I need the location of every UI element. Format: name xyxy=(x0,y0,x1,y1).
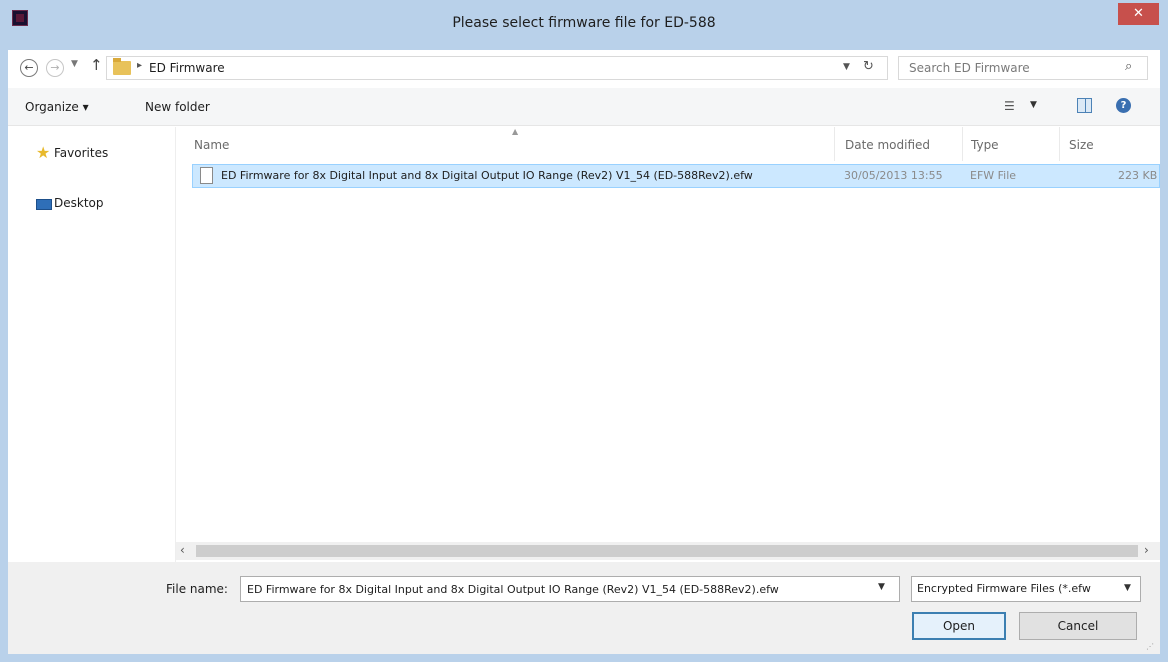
preview-pane-icon[interactable] xyxy=(1077,98,1092,113)
address-row: ← → ▼ ↑ ▸ ED Firmware ▼ ↻ Search ED Firm… xyxy=(8,50,1160,88)
column-header-name[interactable]: Name xyxy=(194,138,229,152)
file-date-cell: 30/05/2013 13:55 xyxy=(844,169,943,182)
horizontal-scrollbar[interactable]: ‹ › xyxy=(176,542,1160,560)
column-divider[interactable] xyxy=(1059,127,1060,161)
close-button[interactable]: ✕ xyxy=(1118,3,1159,25)
file-name-panel: File name: ▼ Encrypted Firmware Files (*… xyxy=(8,562,1160,654)
sort-ascending-icon: ▲ xyxy=(512,127,519,136)
folder-icon xyxy=(113,58,131,75)
breadcrumb-chevron-icon[interactable]: ▸ xyxy=(137,60,142,71)
scroll-left-chevron-icon[interactable]: ‹ xyxy=(180,543,185,557)
column-header-date[interactable]: Date modified xyxy=(845,138,930,152)
file-type-filter-value: Encrypted Firmware Files (*.efw xyxy=(917,582,1091,595)
file-name-input[interactable] xyxy=(240,576,900,602)
address-dropdown-chevron-icon[interactable]: ▼ xyxy=(843,62,850,72)
file-list: ▲ Name Date modified Type Size ED Firmwa… xyxy=(176,127,1160,542)
nav-item-desktop[interactable]: Desktop xyxy=(54,196,104,210)
favorites-star-icon: ★ xyxy=(36,143,51,162)
file-type-filter-select[interactable]: Encrypted Firmware Files (*.efw ▼ xyxy=(911,576,1141,602)
file-icon xyxy=(200,167,213,184)
dialog-client: ← → ▼ ↑ ▸ ED Firmware ▼ ↻ Search ED Firm… xyxy=(8,50,1160,654)
search-icon[interactable]: ⌕ xyxy=(1125,59,1132,74)
refresh-icon[interactable]: ↻ xyxy=(863,59,874,74)
address-bar[interactable]: ▸ ED Firmware ▼ ↻ xyxy=(106,56,888,80)
change-view-icon[interactable]: ☰ xyxy=(1004,99,1015,113)
scroll-right-chevron-icon[interactable]: › xyxy=(1144,543,1149,557)
recent-locations-chevron-icon[interactable]: ▼ xyxy=(71,59,78,69)
column-header-type[interactable]: Type xyxy=(971,138,999,152)
file-name-label: File name: xyxy=(166,582,228,596)
breadcrumb-ed-firmware[interactable]: ED Firmware xyxy=(149,61,225,75)
new-folder-button[interactable]: New folder xyxy=(145,100,210,114)
file-size-cell: 223 KB xyxy=(1118,169,1158,182)
nav-item-favorites[interactable]: Favorites xyxy=(54,146,108,160)
cancel-button[interactable]: Cancel xyxy=(1019,612,1137,640)
command-toolbar: Organize ▾ New folder ☰ ▼ ? xyxy=(8,88,1160,126)
forward-arrow-icon[interactable]: → xyxy=(46,59,64,77)
help-icon[interactable]: ? xyxy=(1116,98,1131,113)
column-divider[interactable] xyxy=(834,127,835,161)
column-divider[interactable] xyxy=(962,127,963,161)
organize-button[interactable]: Organize ▾ xyxy=(25,100,89,114)
back-arrow-icon[interactable]: ← xyxy=(20,59,38,77)
up-arrow-icon[interactable]: ↑ xyxy=(90,56,103,74)
search-placeholder: Search ED Firmware xyxy=(909,61,1030,75)
view-options-chevron-icon[interactable]: ▼ xyxy=(1030,100,1037,110)
file-name-dropdown-chevron-icon[interactable]: ▼ xyxy=(878,582,885,592)
title-bar[interactable]: Please select firmware file for ED-588 ✕ xyxy=(0,0,1168,50)
open-button[interactable]: Open xyxy=(912,612,1006,640)
desktop-icon xyxy=(36,199,52,210)
filter-chevron-down-icon[interactable]: ▼ xyxy=(1124,583,1131,593)
column-header-size[interactable]: Size xyxy=(1069,138,1094,152)
navigation-pane: ★ Favorites Desktop xyxy=(8,127,176,565)
file-name-cell: ED Firmware for 8x Digital Input and 8x … xyxy=(221,169,753,182)
file-type-cell: EFW File xyxy=(970,169,1017,182)
scrollbar-thumb[interactable] xyxy=(196,545,1138,557)
resize-grip-icon[interactable]: ⋰ xyxy=(1146,642,1154,651)
file-row[interactable]: ED Firmware for 8x Digital Input and 8x … xyxy=(192,164,1160,188)
window-title: Please select firmware file for ED-588 xyxy=(452,15,716,31)
search-input[interactable]: Search ED Firmware ⌕ xyxy=(898,56,1148,80)
file-dialog-window: Please select firmware file for ED-588 ✕… xyxy=(0,0,1168,662)
